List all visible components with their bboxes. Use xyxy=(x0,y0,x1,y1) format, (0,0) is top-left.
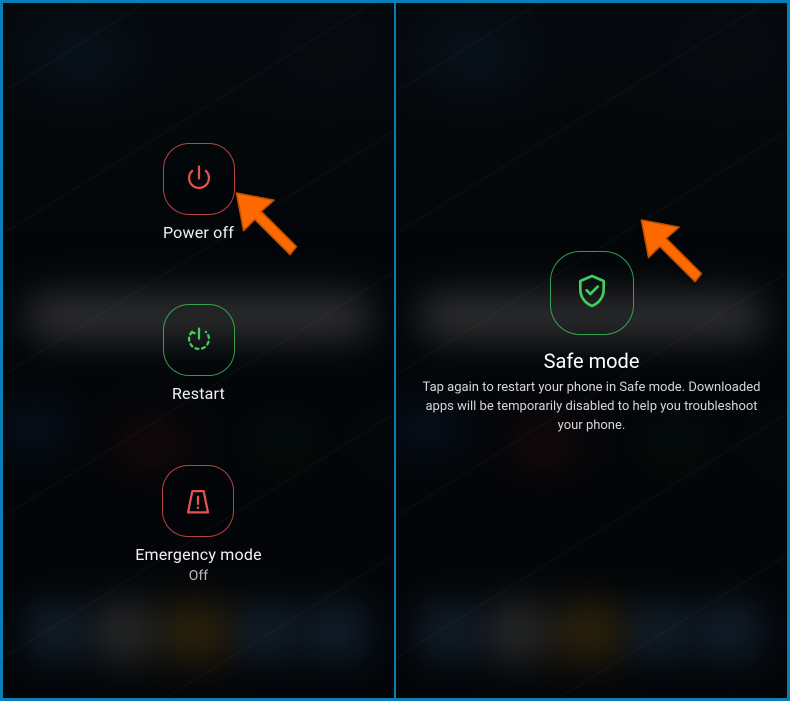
tutorial-split: Power off Restart xyxy=(0,0,790,701)
emergency-icon xyxy=(162,465,234,537)
emergency-mode-option[interactable]: Emergency mode Off xyxy=(135,465,262,584)
power-menu: Power off Restart xyxy=(3,143,394,584)
shield-check-icon xyxy=(572,271,612,315)
safe-mode-description: Tap again to restart your phone in Safe … xyxy=(422,379,761,436)
restart-label: Restart xyxy=(172,384,225,403)
emergency-status: Off xyxy=(189,568,208,584)
restart-icon xyxy=(163,304,235,376)
power-off-icon xyxy=(163,143,235,215)
power-off-label: Power off xyxy=(163,223,234,242)
restart-option[interactable]: Restart xyxy=(163,304,235,403)
screenshot-safe-mode: Safe mode Tap again to restart your phon… xyxy=(395,0,790,701)
safe-mode-button[interactable] xyxy=(550,251,634,335)
power-off-option[interactable]: Power off xyxy=(163,143,235,242)
screenshot-power-menu: Power off Restart xyxy=(0,0,395,701)
emergency-label: Emergency mode xyxy=(135,545,262,564)
safe-mode-title: Safe mode xyxy=(544,349,640,373)
